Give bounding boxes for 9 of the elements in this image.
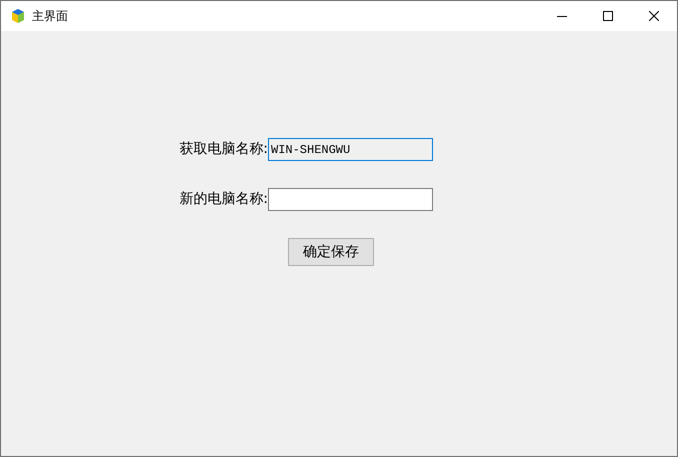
window-title: 主界面 [32, 8, 68, 25]
field-label: 获取电脑名称: [178, 140, 268, 159]
field-label: 新的电脑名称: [178, 190, 268, 209]
app-icon [10, 8, 26, 24]
close-icon [649, 11, 659, 21]
name-field[interactable]: WIN-SHENGWU [268, 138, 433, 161]
name-field[interactable] [268, 188, 433, 211]
save-button[interactable]: 确定保存 [288, 238, 374, 266]
maximize-icon [603, 11, 613, 21]
